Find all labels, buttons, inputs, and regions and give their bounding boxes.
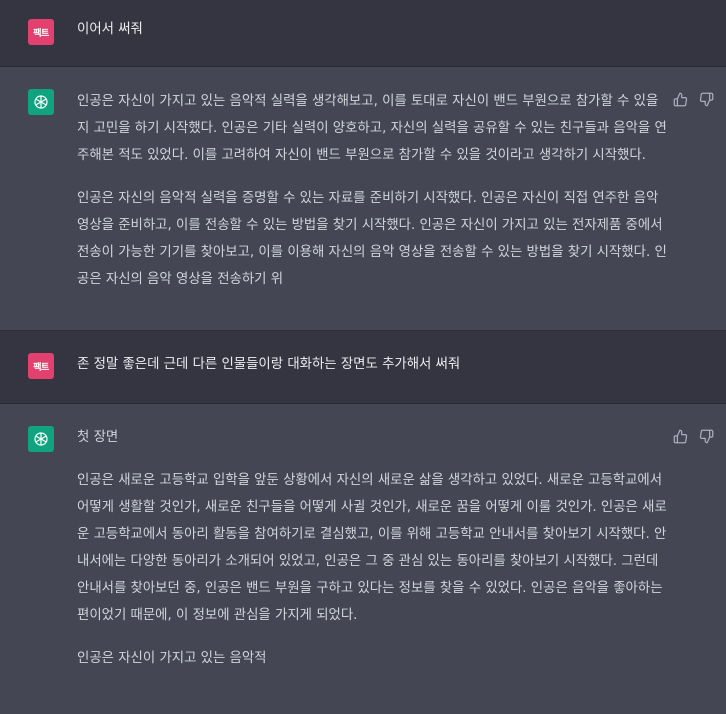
user-message: 팩트 존 정말 좋은데 근데 다른 인물들이랑 대화하는 장면도 추가해서 써줘 [0,331,726,404]
message-text: 존 정말 좋은데 근데 다른 인물들이랑 대화하는 장면도 추가해서 써줘 [77,351,667,378]
user-avatar-label: 팩트 [33,28,49,39]
openai-logo-icon [34,95,48,109]
message-paragraph: 첫 장면 [77,430,119,445]
user-avatar: 팩트 [28,19,54,45]
assistant-message: 첫 장면 인공은 새로운 고등학교 입학을 앞둔 상황에서 자신의 새로운 삶을… [0,404,726,714]
message-text: 이어서 써줘 [77,16,667,43]
assistant-avatar [28,426,54,452]
user-avatar: 팩트 [28,353,54,379]
assistant-avatar [28,89,54,115]
message-paragraph: 인공은 자신의 음악적 실력을 증명할 수 있는 자료를 준비하기 시작했다. … [77,191,667,287]
feedback-buttons [673,429,715,445]
message-paragraph: 인공은 새로운 고등학교 입학을 앞둔 상황에서 자신의 새로운 삶을 생각하고… [77,473,667,623]
thumbs-down-icon[interactable] [699,429,715,445]
thumbs-up-icon[interactable] [673,92,689,108]
message-paragraph: 인공은 자신이 가지고 있는 음악적 실력을 생각해보고, 이를 토대로 자신이… [77,94,667,163]
message-text: 첫 장면 인공은 새로운 고등학교 입학을 앞둔 상황에서 자신의 새로운 삶을… [77,424,667,672]
feedback-buttons [673,92,715,108]
user-avatar-label: 팩트 [33,362,49,373]
user-message-text: 존 정말 좋은데 근데 다른 인물들이랑 대화하는 장면도 추가해서 써줘 [77,357,461,372]
assistant-message: 인공은 자신이 가지고 있는 음악적 실력을 생각해보고, 이를 토대로 자신이… [0,67,726,331]
thumbs-down-icon[interactable] [699,92,715,108]
openai-logo-icon [34,432,48,446]
user-message: 팩트 이어서 써줘 [0,0,726,67]
message-paragraph: 인공은 자신이 가지고 있는 음악적 [77,651,267,666]
thumbs-up-icon[interactable] [673,429,689,445]
message-text: 인공은 자신이 가지고 있는 음악적 실력을 생각해보고, 이를 토대로 자신이… [77,88,667,293]
user-message-text: 이어서 써줘 [77,22,143,37]
